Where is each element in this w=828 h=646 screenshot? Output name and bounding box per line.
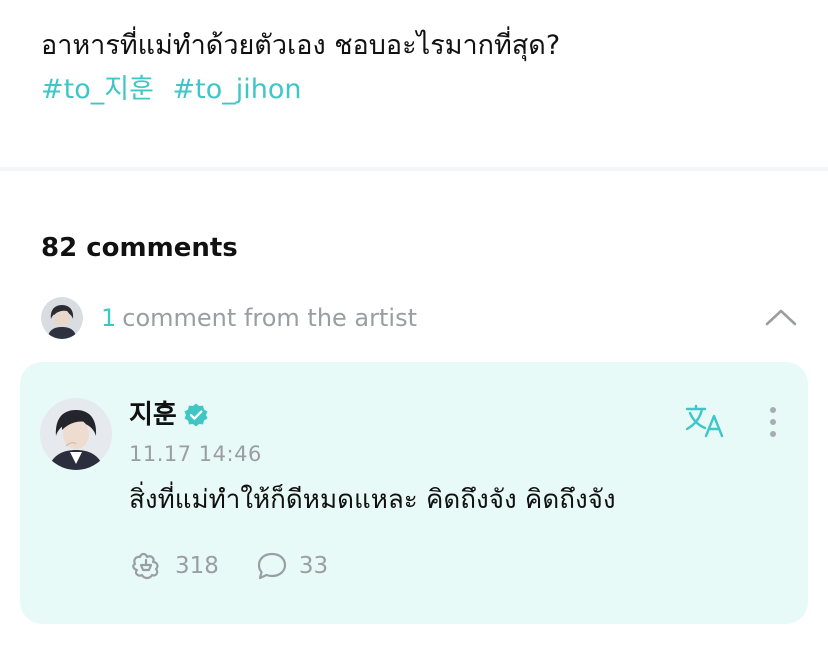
reply-count: 33	[298, 553, 329, 579]
artist-comments-toggle[interactable]: 1 comment from the artist	[41, 296, 801, 340]
chevron-up-icon[interactable]	[761, 302, 801, 332]
artist-comment-text: comment from the artist	[122, 304, 417, 332]
artist-comments-label: 1 comment from the artist	[101, 304, 417, 332]
artist-comment-card: 지훈 11.17 14:46 สิ่งที่แม่ทำให้ก็ดีหมดแหล…	[20, 362, 808, 624]
author-line: 지훈	[129, 400, 209, 430]
translate-icon[interactable]	[684, 402, 728, 442]
comments-count-heading: 82 comments	[41, 233, 238, 263]
section-divider	[0, 167, 828, 171]
artist-avatar[interactable]	[40, 398, 112, 470]
hashtag-to-jihun[interactable]: #to_지훈	[41, 74, 154, 105]
hashtag-to-jihon[interactable]: #to_jihon	[173, 74, 302, 105]
hashtag-list: #to_지훈 #to_jihon	[41, 72, 312, 108]
like-icon	[132, 552, 159, 580]
author-name[interactable]: 지훈	[129, 400, 177, 430]
like-count: 318	[175, 553, 219, 579]
comment-timestamp: 11.17 14:46	[129, 442, 262, 466]
verified-badge-icon	[184, 403, 208, 427]
like-button[interactable]: 318	[129, 550, 219, 582]
comment-reactions: 318 33	[129, 550, 328, 582]
more-vertical-icon[interactable]	[760, 402, 786, 442]
comment-text: สิ่งที่แม่ทำให้ก็ดีหมดแหละ คิดถึงจัง คิด…	[129, 485, 616, 515]
reply-bubble-icon	[257, 552, 287, 580]
artist-comment-count: 1	[101, 304, 117, 332]
post-text: อาหารที่แม่ทำด้วยตัวเอง ชอบอะไรมากที่สุด…	[41, 30, 561, 61]
reply-button[interactable]: 33	[255, 550, 328, 582]
artist-avatar-small	[41, 297, 83, 339]
